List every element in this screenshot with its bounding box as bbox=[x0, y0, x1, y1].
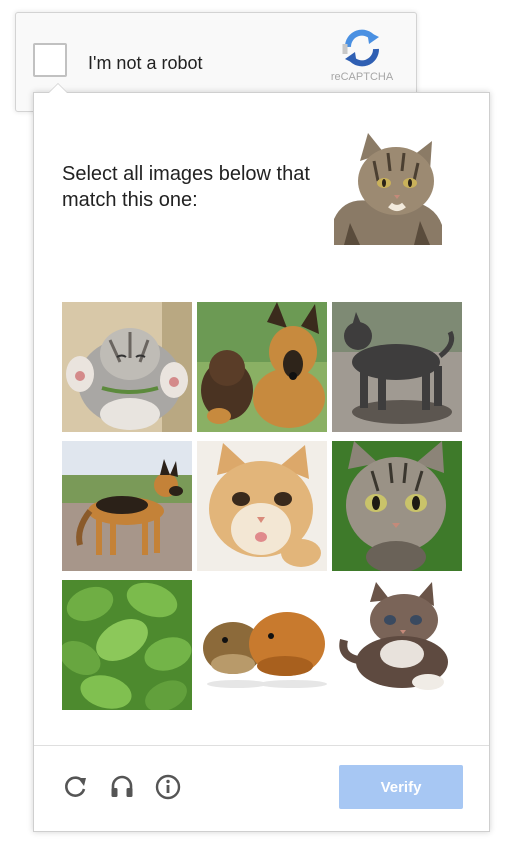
image-grid bbox=[62, 302, 462, 710]
image-tile[interactable] bbox=[62, 441, 192, 571]
image-tile[interactable] bbox=[62, 580, 192, 710]
image-tile[interactable] bbox=[197, 302, 327, 432]
sample-cat-image bbox=[334, 131, 442, 245]
not-robot-checkbox[interactable] bbox=[33, 43, 67, 77]
recaptcha-logo-icon bbox=[342, 29, 379, 67]
image-tile[interactable] bbox=[197, 580, 327, 710]
image-tile[interactable] bbox=[62, 302, 192, 432]
reload-icon bbox=[65, 776, 86, 797]
checkbox-label: I'm not a robot bbox=[88, 53, 203, 73]
image-tile[interactable] bbox=[197, 441, 327, 571]
verify-button[interactable]: Verify bbox=[339, 765, 463, 809]
image-tile[interactable] bbox=[332, 441, 462, 571]
reload-button[interactable] bbox=[62, 773, 90, 801]
help-button[interactable] bbox=[154, 773, 182, 801]
challenge-popup: Select all images below that match this … bbox=[33, 83, 490, 832]
footer-divider bbox=[34, 745, 489, 746]
headphones-icon bbox=[111, 775, 133, 797]
popup-arrow bbox=[48, 83, 68, 93]
image-tile[interactable] bbox=[332, 580, 462, 710]
audio-challenge-button[interactable] bbox=[108, 773, 136, 801]
image-tile[interactable] bbox=[332, 302, 462, 432]
recaptcha-logo[interactable]: reCAPTCHA bbox=[326, 27, 398, 83]
challenge-instructions: Select all images below that match this … bbox=[62, 163, 310, 211]
recaptcha-logo-text: reCAPTCHA bbox=[330, 71, 394, 83]
info-icon bbox=[155, 774, 181, 800]
